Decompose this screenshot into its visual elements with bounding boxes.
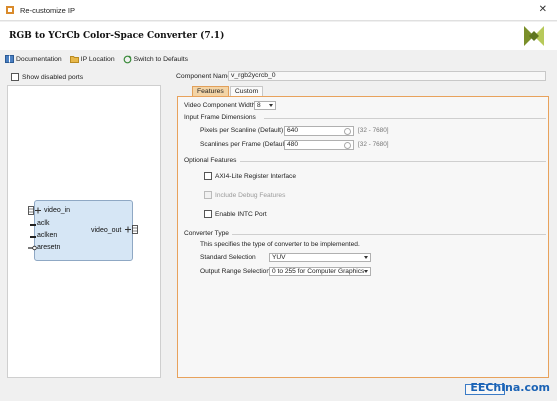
close-icon[interactable]: ✕ [539,4,547,15]
output-range-value: 0 to 255 for Computer Graphics [272,268,365,275]
pixels-label: Pixels per Scanline (Default) [200,127,284,134]
tab-features[interactable]: Features [192,86,229,96]
clear-icon[interactable] [344,128,351,135]
axi4-lite-label: AXI4-Lite Register Interface [215,172,296,180]
documentation-button[interactable]: Documentation [5,55,62,63]
scanlines-label: Scanlines per Frame (Default) [200,141,288,148]
standard-selection-select[interactable]: YUV [269,253,371,262]
video-width-label: Video Component Width [184,102,256,109]
title-bar: Re-customize IP ✕ [0,0,557,21]
ip-location-button[interactable]: IP Location [69,55,115,63]
header: RGB to YCrCb Color-Space Converter (7.1) [0,22,557,50]
debug-features-label: Include Debug Features [215,191,286,199]
port-aclken-label: aclken [37,232,58,239]
pixels-per-scanline-input[interactable]: 640 [284,126,354,136]
video-in-port-icon [28,206,41,215]
divider [240,161,546,162]
switch-defaults-button[interactable]: Switch to Defaults [123,55,188,64]
output-range-select[interactable]: 0 to 255 for Computer Graphics [269,267,371,276]
port-aresetn-label: aresetn [37,244,61,251]
chevron-down-icon [364,256,368,259]
app-icon [6,6,14,14]
video-out-port-icon [125,225,138,234]
show-disabled-ports-label: Show disabled ports [22,73,84,81]
input-frame-heading: Input Frame Dimensions [184,114,256,121]
config-pane: Component Name v_rgb2ycrcb_0 Features Cu… [170,70,550,380]
documentation-label: Documentation [16,55,62,63]
aresetn-port-icon [28,245,37,251]
debug-features-checkbox: Include Debug Features [204,191,285,199]
window-title: Re-customize IP [20,5,76,15]
converter-type-heading: Converter Type [184,230,229,237]
port-video-in-label: video_in [44,207,71,214]
aclk-port-line [30,224,36,226]
pixels-range: [32 - 7680] [358,127,389,134]
port-aclk-label: aclk [37,220,50,227]
clear-icon[interactable] [344,142,351,149]
tab-custom[interactable]: Custom [229,86,264,96]
video-width-value: 8 [257,102,261,109]
features-panel: Video Component Width 8 Input Frame Dime… [177,96,549,378]
folder-icon [69,56,79,63]
checkbox-box[interactable] [11,73,19,81]
scanlines-value: 480 [287,141,299,148]
divider [264,118,546,119]
xilinx-logo-icon [524,26,544,46]
chevron-down-icon [269,104,273,107]
page-title: RGB to YCrCb Color-Space Converter (7.1) [9,31,225,41]
divider [232,234,546,235]
output-range-label: Output Range Selection [200,268,271,275]
watermark: EEChina.com [470,381,550,394]
scanlines-per-frame-input[interactable]: 480 [284,140,354,150]
component-name-label: Component Name [176,73,232,80]
refresh-icon [123,55,132,63]
checkbox-box[interactable] [204,210,212,218]
standard-selection-value: YUV [272,254,286,261]
chevron-down-icon [364,270,368,273]
converter-description: This specifies the type of converter to … [200,241,360,248]
port-video-out-label: video_out [91,227,122,234]
ip-location-label: IP Location [80,55,115,63]
pixels-value: 640 [287,127,299,134]
checkbox-box[interactable] [204,172,212,180]
aclken-port-line [30,236,36,238]
standard-selection-label: Standard Selection [200,254,256,261]
toolbar: Documentation IP Location Switch to Defa… [0,52,557,66]
video-width-select[interactable]: 8 [254,101,276,110]
intc-port-label: Enable INTC Port [215,210,267,218]
show-disabled-ports-checkbox[interactable]: Show disabled ports [11,73,83,81]
intc-port-checkbox[interactable]: Enable INTC Port [204,210,267,218]
checkbox-box [204,191,212,199]
switch-defaults-label: Switch to Defaults [133,55,189,63]
tab-bar: Features Custom [192,86,264,96]
component-name-field[interactable]: v_rgb2ycrcb_0 [228,71,546,81]
axi4-lite-checkbox[interactable]: AXI4-Lite Register Interface [204,172,296,180]
scanlines-range: [32 - 7680] [358,141,389,148]
optional-features-heading: Optional Features [184,157,237,164]
book-icon [5,55,14,63]
